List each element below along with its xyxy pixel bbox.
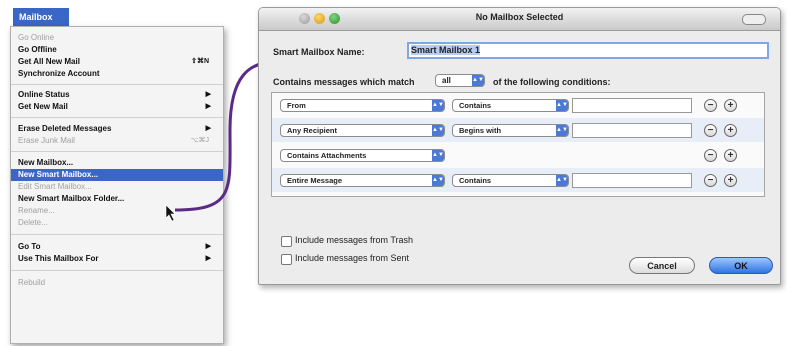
match-value: all [442, 76, 451, 85]
field-value: Contains Attachments [287, 151, 367, 160]
field-value: From [287, 101, 306, 110]
ok-button[interactable]: OK [709, 257, 773, 274]
menu-item-delete: Delete... [18, 218, 48, 227]
operator-popup[interactable]: Begins with ▲▼ [452, 124, 569, 137]
condition-row: Entire Message ▲▼ Contains ▲▼ − + [272, 168, 764, 192]
toolbar-toggle-button[interactable] [742, 14, 766, 25]
conditions-list: From ▲▼ Contains ▲▼ − + Any Recipient ▲▼… [271, 92, 765, 197]
popup-arrows-icon: ▲▼ [432, 150, 444, 161]
submenu-arrow-icon: ▶ [205, 103, 211, 110]
add-condition-button[interactable]: + [724, 174, 737, 187]
menu-separator [11, 234, 223, 235]
menu-item-online-status[interactable]: Online Status ▶ [11, 89, 223, 101]
mailbox-menu: Go Online Go Offline Get All New Mail ⇧⌘… [10, 26, 224, 344]
menu-item-go-online: Go Online [18, 33, 55, 42]
field-popup[interactable]: Any Recipient ▲▼ [280, 124, 445, 137]
field-value: Entire Message [287, 176, 343, 185]
field-popup[interactable]: From ▲▼ [280, 99, 445, 112]
menu-item-new-smart-mailbox-folder[interactable]: New Smart Mailbox Folder... [11, 193, 223, 205]
remove-condition-button[interactable]: − [704, 124, 717, 137]
menu-item-go-offline[interactable]: Go Offline [11, 44, 223, 56]
menu-item-erase-deleted-messages[interactable]: Erase Deleted Messages ▶ [11, 123, 223, 135]
condition-value-input[interactable] [572, 173, 692, 188]
menu-item-get-all-new-mail[interactable]: Get All New Mail ⇧⌘N [11, 56, 223, 68]
cancel-button[interactable]: Cancel [629, 257, 695, 274]
mailbox-menu-title[interactable]: Mailbox [13, 8, 69, 26]
operator-value: Begins with [459, 126, 502, 135]
menu-item-new-smart-mailbox[interactable]: New Smart Mailbox... [11, 169, 223, 181]
condition-row: From ▲▼ Contains ▲▼ − + [272, 93, 764, 117]
field-popup[interactable]: Contains Attachments ▲▼ [280, 149, 445, 162]
submenu-arrow-icon: ▶ [205, 255, 211, 262]
menu-item-use-this-mailbox-for[interactable]: Use This Mailbox For ▶ [11, 253, 223, 265]
match-popup[interactable]: all ▲▼ [435, 74, 485, 87]
match-prefix-label: Contains messages which match [273, 77, 415, 87]
include-trash-checkbox[interactable] [281, 236, 292, 247]
menu-item-label: Get All New Mail [18, 57, 80, 66]
menu-item-label: Get New Mail [18, 102, 68, 111]
condition-value-input[interactable] [572, 123, 692, 138]
submenu-arrow-icon: ▶ [205, 125, 211, 132]
submenu-arrow-icon: ▶ [205, 91, 211, 98]
remove-condition-button[interactable]: − [704, 149, 717, 162]
condition-row: Any Recipient ▲▼ Begins with ▲▼ − + [272, 118, 764, 142]
popup-arrows-icon: ▲▼ [556, 125, 568, 136]
include-trash-label: Include messages from Trash [295, 235, 414, 245]
menu-item-label: Online Status [18, 90, 70, 99]
menu-item-label: Go To [18, 242, 41, 251]
field-value: Any Recipient [287, 126, 338, 135]
menu-item-rename: Rename... [18, 206, 55, 215]
mailbox-name-label: Smart Mailbox Name: [273, 47, 365, 57]
menu-item-new-mailbox[interactable]: New Mailbox... [11, 157, 223, 169]
menu-separator [11, 270, 223, 271]
menu-item-rebuild: Rebuild [18, 278, 46, 287]
menu-separator [11, 151, 223, 152]
popup-arrows-icon: ▲▼ [472, 75, 484, 86]
add-condition-button[interactable]: + [724, 99, 737, 112]
menu-item-synchronize-account[interactable]: Synchronize Account [11, 68, 223, 80]
popup-arrows-icon: ▲▼ [432, 125, 444, 136]
mailbox-name-input[interactable]: Smart Mailbox 1 [407, 42, 769, 59]
mailbox-name-value: Smart Mailbox 1 [411, 45, 481, 55]
include-sent-checkbox[interactable] [281, 254, 292, 265]
menu-item-get-new-mail[interactable]: Get New Mail ▶ [11, 101, 223, 113]
menu-item-label: Erase Junk Mail [18, 136, 75, 145]
operator-value: Contains [459, 101, 492, 110]
popup-arrows-icon: ▲▼ [432, 100, 444, 111]
include-sent-label: Include messages from Sent [295, 253, 410, 263]
field-popup[interactable]: Entire Message ▲▼ [280, 174, 445, 187]
popup-arrows-icon: ▲▼ [432, 175, 444, 186]
operator-popup[interactable]: Contains ▲▼ [452, 99, 569, 112]
operator-value: Contains [459, 176, 492, 185]
condition-row: Contains Attachments ▲▼ − + [272, 143, 764, 167]
remove-condition-button[interactable]: − [704, 99, 717, 112]
smart-mailbox-dialog: No Mailbox Selected Smart Mailbox Name: … [258, 7, 781, 285]
popup-arrows-icon: ▲▼ [556, 100, 568, 111]
title-bar: No Mailbox Selected [259, 8, 780, 31]
match-suffix-label: of the following conditions: [493, 77, 611, 87]
menu-item-label: Use This Mailbox For [18, 254, 99, 263]
shortcut-label: ⌥⌘J [190, 137, 209, 144]
remove-condition-button[interactable]: − [704, 174, 717, 187]
dialog-title: No Mailbox Selected [475, 12, 564, 22]
menu-item-go-to[interactable]: Go To ▶ [11, 241, 223, 253]
condition-value-input[interactable] [572, 98, 692, 113]
menu-item-label: Erase Deleted Messages [18, 124, 112, 133]
add-condition-button[interactable]: + [724, 124, 737, 137]
submenu-arrow-icon: ▶ [205, 243, 211, 250]
menu-separator [11, 84, 223, 85]
operator-popup[interactable]: Contains ▲▼ [452, 174, 569, 187]
menu-item-edit-smart-mailbox: Edit Smart Mailbox... [18, 182, 92, 191]
shortcut-label: ⇧⌘N [191, 58, 209, 65]
add-condition-button[interactable]: + [724, 149, 737, 162]
menu-item-erase-junk-mail: Erase Junk Mail ⌥⌘J [11, 135, 223, 147]
menu-separator [11, 117, 223, 118]
popup-arrows-icon: ▲▼ [556, 175, 568, 186]
